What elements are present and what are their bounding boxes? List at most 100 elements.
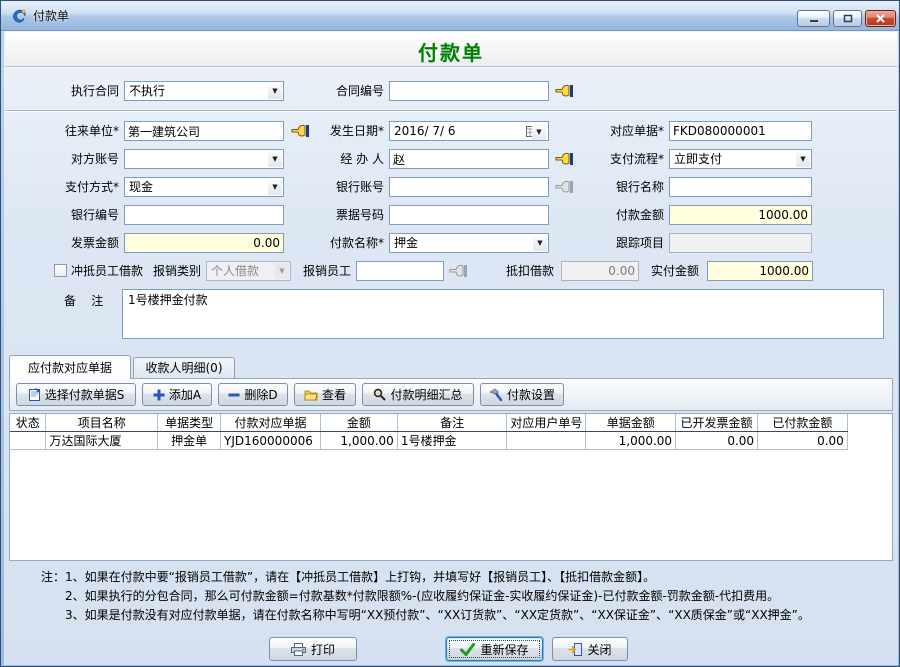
delete-label: 删除D	[244, 386, 277, 403]
close-button[interactable]	[865, 10, 896, 27]
reimburse-staff-picker-hand-icon	[447, 262, 469, 280]
col-pay-doc: 付款对应单据	[221, 414, 321, 432]
col-doc-amount: 单据金额	[586, 414, 676, 432]
offset-loan-checkbox[interactable]	[54, 264, 67, 277]
col-paid-amount: 已付款金额	[758, 414, 848, 432]
save-button[interactable]: 重新保存	[446, 637, 543, 661]
summary-icon	[373, 388, 386, 401]
chevron-down-icon: ▼	[796, 151, 810, 167]
partner-label: 往来单位*	[41, 121, 119, 141]
col-amount: 金额	[320, 414, 397, 432]
tab-payee-details[interactable]: 收款人明细(0)	[133, 357, 235, 379]
exit-icon	[568, 643, 582, 656]
doc-no-input[interactable]	[669, 121, 812, 141]
add-button[interactable]: 添加A	[142, 383, 212, 406]
col-invoiced-amount: 已开发票金额	[676, 414, 758, 432]
pay-name-combo[interactable]: 押金 ▼	[389, 233, 549, 253]
close-form-label: 关闭	[587, 641, 611, 658]
payment-settings-button[interactable]: 付款设置	[480, 383, 564, 406]
pay-flow-label: 支付流程*	[586, 149, 664, 169]
check-icon	[460, 643, 475, 656]
print-button[interactable]: 打印	[269, 637, 357, 661]
minimize-button[interactable]	[797, 10, 830, 27]
date-label: 发生日期*	[306, 121, 384, 141]
chevron-down-icon: ▼	[268, 151, 282, 167]
remark-textarea[interactable]: 1号楼押金付款	[122, 289, 884, 339]
window-title: 付款单	[33, 1, 69, 31]
calendar-icon[interactable]: ▼	[517, 123, 547, 139]
add-label: 添加A	[169, 386, 201, 403]
handler-input[interactable]	[389, 149, 549, 169]
partner-input[interactable]	[124, 121, 284, 141]
note-line-1: 注：1、如果在付款中要“报销员工借款”，请在【冲抵员工借款】上打钩，并填写好【报…	[41, 568, 655, 587]
print-label: 打印	[311, 641, 335, 658]
actual-amount-label: 实付金额	[651, 261, 699, 281]
payment-settings-label: 付款设置	[507, 386, 555, 403]
bank-code-input[interactable]	[124, 205, 284, 225]
section-divider	[5, 110, 897, 112]
deduct-loan-input	[561, 261, 639, 281]
view-button[interactable]: 查看	[294, 383, 356, 406]
cell-doc-amount: 1,000.00	[586, 432, 676, 450]
minimize-icon	[809, 14, 819, 23]
cell-remark: 1号楼押金	[397, 432, 507, 450]
select-payment-doc-button[interactable]: 选择付款单据S	[16, 383, 136, 406]
cell-invoiced-amount: 0.00	[676, 432, 758, 450]
date-value: 2016/ 7/ 6	[394, 124, 456, 138]
payment-window: 付款单 付款单 执行合同 不执行 ▼ 合同编号 往来单位* 发生日期* 2016…	[0, 0, 900, 667]
chevron-down-icon: ▼	[533, 235, 547, 251]
bank-name-input[interactable]	[669, 177, 812, 197]
cell-status	[10, 432, 46, 450]
cell-project-name: 万达国际大厦	[46, 432, 158, 450]
contract-no-label: 合同编号	[306, 81, 384, 101]
pay-amount-label: 付款金额	[586, 205, 664, 225]
maximize-button[interactable]	[833, 10, 862, 27]
counter-account-label: 对方账号	[41, 149, 119, 169]
reimburse-staff-input[interactable]	[356, 261, 444, 281]
col-remark: 备注	[397, 414, 507, 432]
counter-account-combo[interactable]: ▼	[124, 149, 284, 169]
pay-flow-combo[interactable]: 立即支付 ▼	[669, 149, 812, 169]
handler-picker-hand-icon[interactable]	[553, 150, 575, 168]
pay-name-value: 押金	[394, 236, 418, 250]
chevron-down-icon: ▼	[268, 179, 282, 195]
remark-label: 备 注	[64, 291, 126, 311]
tab-payable-documents[interactable]: 应付款对应单据	[9, 355, 131, 379]
close-form-button[interactable]: 关闭	[552, 637, 628, 661]
invoice-amount-input[interactable]	[124, 233, 284, 253]
app-icon	[11, 8, 27, 24]
bank-account-input[interactable]	[389, 177, 549, 197]
track-project-label: 跟踪项目	[586, 233, 664, 253]
offset-loan-label: 冲抵员工借款	[71, 261, 161, 281]
pay-name-label: 付款名称*	[306, 233, 384, 253]
bank-name-label: 银行名称	[586, 177, 664, 197]
page-title: 付款单	[1, 37, 900, 66]
close-icon	[876, 14, 885, 23]
cell-paid-amount: 0.00	[758, 432, 848, 450]
cell-pay-doc: YJD160000006	[221, 432, 321, 450]
reimburse-type-value: 个人借款	[211, 264, 259, 278]
delete-button[interactable]: 删除D	[218, 383, 288, 406]
contract-picker-hand-icon[interactable]	[553, 82, 575, 100]
reimburse-type-label: 报销类别	[153, 261, 201, 281]
contract-no-input[interactable]	[389, 81, 549, 101]
table-row[interactable]: 万达国际大厦 押金单 YJD160000006 1,000.00 1号楼押金 1…	[10, 432, 892, 450]
hammer-icon	[489, 388, 503, 402]
execute-contract-combo[interactable]: 不执行 ▼	[124, 81, 284, 101]
handler-label: 经 办 人	[306, 149, 384, 169]
chevron-down-icon: ▼	[268, 83, 282, 99]
note-line-2: 2、如果执行的分包合同，那么可付款金额=付款基数*付款限额%-(应收履约保证金-…	[65, 587, 779, 606]
col-doc-type: 单据类型	[158, 414, 221, 432]
toolbar: 选择付款单据S 添加A 删除D 查看 付款明细汇总 付款设置	[9, 378, 893, 411]
execute-contract-value: 不执行	[129, 84, 165, 98]
bank-account-label: 银行账号	[306, 177, 384, 197]
actual-amount-input[interactable]	[707, 261, 813, 281]
payment-detail-summary-button[interactable]: 付款明细汇总	[362, 383, 474, 406]
pay-method-combo[interactable]: 现金 ▼	[124, 177, 284, 197]
pay-method-label: 支付方式*	[41, 177, 119, 197]
date-field[interactable]: 2016/ 7/ 6 ▼	[389, 121, 549, 141]
pay-amount-input[interactable]	[669, 205, 812, 225]
cell-user-doc-no	[507, 432, 586, 450]
bill-no-input[interactable]	[389, 205, 549, 225]
save-label: 重新保存	[480, 641, 528, 658]
